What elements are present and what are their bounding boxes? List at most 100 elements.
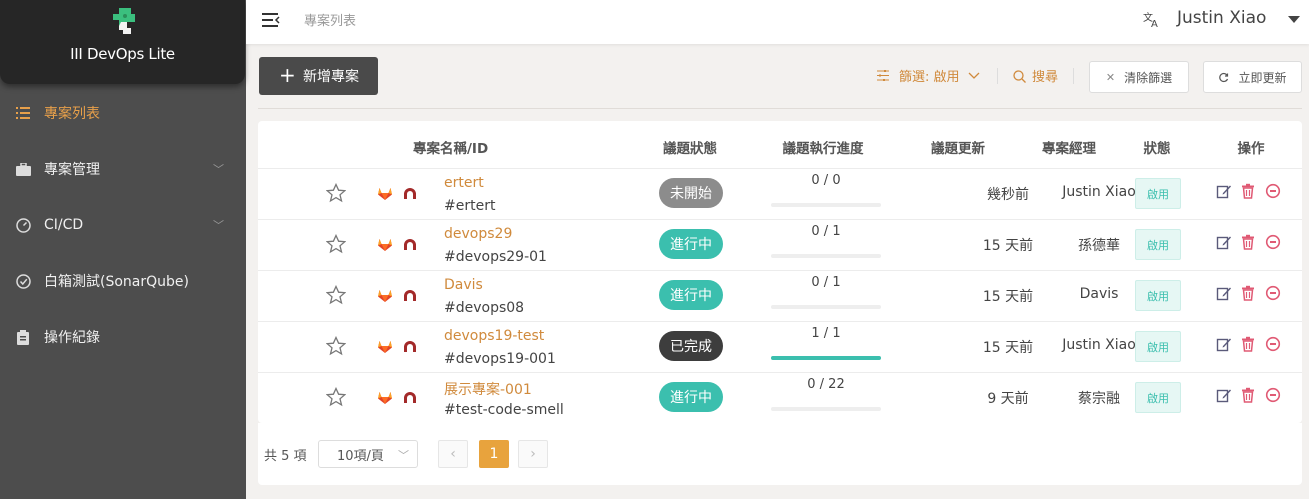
- table-row: ertert #ertert 未開始 0 / 0 幾秒前 Justin Xiao 啟用: [258, 169, 1302, 220]
- divider: [1073, 68, 1074, 84]
- sidebar-item-activity-log[interactable]: 操作紀錄: [0, 317, 246, 357]
- project-id: #devops29-01: [444, 249, 547, 265]
- column-header-issue-status[interactable]: 議題狀態: [663, 137, 717, 157]
- gitlab-icon[interactable]: [377, 389, 393, 405]
- gauge-icon: [15, 217, 31, 233]
- chevron-right-icon: ›: [530, 446, 536, 462]
- progress-text: 1 / 1: [811, 326, 841, 341]
- divider: [997, 68, 998, 84]
- search-label: 搜尋: [1032, 70, 1059, 85]
- chevron-down-icon: [968, 72, 979, 79]
- delete-icon[interactable]: [1240, 387, 1256, 403]
- chevron-down-icon: ﹀: [398, 449, 409, 462]
- project-name-link[interactable]: 展示專案-001: [444, 379, 532, 399]
- sidebar-item-label: 白箱測試(SonarQube): [44, 274, 189, 290]
- edit-icon[interactable]: [1216, 336, 1232, 352]
- sidebar-item-cicd[interactable]: CI/CD ﹀: [0, 205, 246, 245]
- disable-icon[interactable]: [1265, 285, 1281, 301]
- progress-text: 0 / 22: [807, 377, 845, 392]
- progress-bar: [771, 305, 881, 309]
- delete-icon[interactable]: [1240, 183, 1256, 199]
- star-icon[interactable]: [325, 386, 347, 407]
- table-row: devops19-test #devops19-001 已完成 1 / 1 15 天前 J…: [258, 322, 1302, 373]
- progress-bar: [771, 254, 881, 258]
- gitlab-icon[interactable]: [377, 236, 393, 252]
- total-count: 共 5 項: [264, 449, 307, 464]
- delete-icon[interactable]: [1240, 234, 1256, 250]
- star-icon[interactable]: [325, 233, 347, 254]
- sidebar-item-label: CI/CD: [44, 217, 84, 233]
- project-table: 專案名稱/ID 議題狀態 議題執行進度 議題更新 專案經理 狀態 操作 erte…: [258, 121, 1302, 423]
- gitlab-icon[interactable]: [377, 338, 393, 354]
- redmine-icon[interactable]: [402, 236, 418, 252]
- star-icon[interactable]: [325, 335, 347, 356]
- filter-dropdown[interactable]: 篩選: 啟用: [877, 66, 980, 85]
- chevron-left-icon: ‹: [450, 446, 456, 462]
- redmine-icon[interactable]: [402, 338, 418, 354]
- gitlab-icon[interactable]: [377, 287, 393, 303]
- chevron-down-icon: ﹀: [213, 219, 224, 232]
- prev-page-button[interactable]: ‹: [438, 440, 468, 468]
- project-name-link[interactable]: Davis: [444, 277, 483, 293]
- progress-text: 0 / 1: [811, 275, 841, 290]
- delete-icon[interactable]: [1240, 336, 1256, 352]
- project-id: #ertert: [444, 198, 496, 214]
- project-id: #devops19-001: [444, 351, 556, 367]
- status-badge: 啟用: [1135, 382, 1181, 413]
- project-name-link[interactable]: devops29: [444, 226, 512, 242]
- disable-icon[interactable]: [1265, 183, 1281, 199]
- refresh-icon: [1219, 72, 1229, 82]
- sidebar-item-project-list[interactable]: 專案列表: [0, 93, 246, 133]
- column-header-manager[interactable]: 專案經理: [1042, 137, 1096, 157]
- issue-status-badge: 未開始: [659, 178, 723, 208]
- status-badge: 啟用: [1135, 178, 1181, 209]
- sidebar-item-project-management[interactable]: 專案管理 ﹀: [0, 149, 246, 189]
- issue-status-badge: 進行中: [659, 229, 723, 259]
- translate-icon[interactable]: 文A: [1143, 10, 1161, 28]
- page-number-button[interactable]: 1: [479, 440, 509, 468]
- edit-icon[interactable]: [1216, 387, 1232, 403]
- breadcrumb: 專案列表: [304, 14, 357, 29]
- caret-down-icon[interactable]: [1288, 16, 1300, 23]
- star-icon[interactable]: [325, 182, 347, 203]
- add-project-button[interactable]: + 新增專案: [259, 57, 378, 95]
- divider: [258, 108, 1302, 109]
- sidebar: III DevOps Lite 專案列表 專案管理 ﹀ CI/CD ﹀ 白箱測試…: [0, 0, 246, 499]
- project-name-link[interactable]: ertert: [444, 175, 484, 191]
- project-id: #test-code-smell: [444, 402, 564, 418]
- search-button[interactable]: 搜尋: [1013, 66, 1058, 85]
- column-header-progress[interactable]: 議題執行進度: [783, 137, 864, 157]
- edit-icon[interactable]: [1216, 234, 1232, 250]
- star-icon[interactable]: [325, 284, 347, 305]
- user-menu[interactable]: Justin Xiao: [1177, 8, 1266, 28]
- gitlab-icon[interactable]: [377, 185, 393, 201]
- sidebar-item-label: 專案管理: [44, 162, 100, 178]
- search-icon: [1013, 70, 1026, 83]
- column-header-updated[interactable]: 議題更新: [931, 137, 985, 157]
- edit-icon[interactable]: [1216, 183, 1232, 199]
- disable-icon[interactable]: [1265, 336, 1281, 352]
- clear-filter-button[interactable]: ✕ 清除篩選: [1089, 61, 1189, 93]
- project-name-link[interactable]: devops19-test: [444, 328, 544, 344]
- puzzle-logo-icon: [113, 8, 135, 34]
- sidebar-item-sonarqube[interactable]: 白箱測試(SonarQube): [0, 261, 246, 301]
- disable-icon[interactable]: [1265, 234, 1281, 250]
- menu-toggle-icon[interactable]: [262, 12, 280, 28]
- issue-status-badge: 進行中: [659, 280, 723, 310]
- table-row: Davis #devops08 進行中 0 / 1 15 天前 Davis 啟用: [258, 271, 1302, 322]
- page-size-value: 10項/頁: [337, 448, 384, 464]
- status-badge: 啟用: [1135, 280, 1181, 311]
- page-size-select[interactable]: 10項/頁 ﹀: [318, 440, 418, 468]
- briefcase-icon: [15, 161, 31, 177]
- delete-icon[interactable]: [1240, 285, 1256, 301]
- redmine-icon[interactable]: [402, 389, 418, 405]
- refresh-button[interactable]: 立即更新: [1203, 61, 1302, 93]
- disable-icon[interactable]: [1265, 387, 1281, 403]
- edit-icon[interactable]: [1216, 285, 1232, 301]
- redmine-icon[interactable]: [402, 185, 418, 201]
- next-page-button[interactable]: ›: [518, 440, 548, 468]
- column-header-name[interactable]: 專案名稱/ID: [413, 137, 488, 157]
- status-badge: 啟用: [1135, 331, 1181, 362]
- redmine-icon[interactable]: [402, 287, 418, 303]
- chevron-down-icon: ﹀: [213, 163, 224, 176]
